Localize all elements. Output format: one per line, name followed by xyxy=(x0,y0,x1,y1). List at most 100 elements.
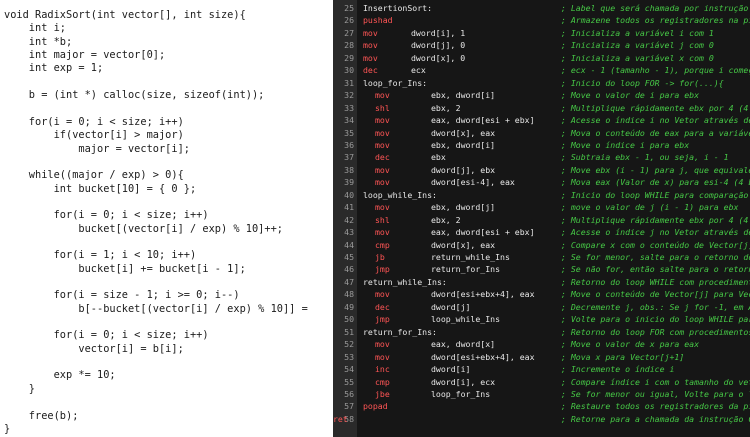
asm-code-line: mov dword[j], ebx ; Move ebx (i - 1) para … xyxy=(363,164,750,176)
asm-instruction: popad xyxy=(363,401,388,412)
asm-comment: ; Inicializa a variável j com 0 xyxy=(561,40,714,51)
asm-code-line: ret ; Retorne para a chamada da instrução… xyxy=(333,413,750,425)
c-code-line: free(b); xyxy=(4,409,79,422)
asm-instruction: cmp xyxy=(375,239,390,250)
asm-operands: dword[i], 1 xyxy=(411,27,466,38)
asm-code-line: return_while_Ins: ; Retorno do loop WHILE… xyxy=(363,276,750,288)
asm-instruction: mov xyxy=(375,90,390,101)
asm-instruction: inc xyxy=(375,364,390,375)
c-code-line: for(i = size - 1; i >= 0; i--) xyxy=(4,289,240,302)
asm-operands: dword[j] xyxy=(431,301,471,312)
asm-comment: ; move o valor de j (i - 1) para ebx xyxy=(561,202,739,213)
asm-comment: ; Label que será chamada por instrução C… xyxy=(561,3,749,13)
asm-instruction: jb xyxy=(375,252,385,262)
asm-operands: dword[x], eax xyxy=(431,239,496,250)
asm-comment: ; Multiplique rápidamente ebx por 4 (4 b… xyxy=(561,214,749,225)
asm-comment: ; Restaure todos os registradores da pil… xyxy=(561,401,750,412)
asm-code-line: jmp return_for_Ins ; Se não for, então sal… xyxy=(363,263,750,275)
asm-code-line: popad ; Restaure todos os registradores d… xyxy=(363,400,750,412)
asm-code-line: mov eax, dword[esi + ebx] ; Acesse o índic… xyxy=(363,226,750,238)
asm-instruction: mov xyxy=(363,40,378,51)
asm-instruction: dec xyxy=(363,65,378,76)
asm-comment: ; Mova o conteúdo de eax para a variável… xyxy=(561,127,750,138)
asm-code-line: dec ecx ; ecx - 1 (tamanho - 1), porque i … xyxy=(363,64,750,76)
line-number: 38 xyxy=(344,164,354,175)
asm-comment: ; Move o índice i para ebx xyxy=(561,139,690,150)
asm-operands: eax, dword[x] xyxy=(431,339,496,350)
asm-instruction: mov xyxy=(375,339,390,350)
asm-code-line: cmp dword[x], eax ; Compare x com o conteú… xyxy=(363,239,750,251)
asm-comment: ; Inicializa a variável x com 0 xyxy=(561,52,714,63)
c-code-line: for(i = 0; i < size; i++) xyxy=(4,115,184,128)
line-number: 35 xyxy=(344,127,354,138)
c-code-line: b = (int *) calloc(size, sizeof(int)); xyxy=(4,89,265,102)
c-code-line: } xyxy=(4,422,11,435)
asm-comment: ; Volte para o inicio do loop WHILE para… xyxy=(561,314,750,325)
asm-operands: ebx, 2 xyxy=(431,214,461,225)
c-code-line: major = vector[i]; xyxy=(4,142,190,155)
asm-code-line: mov eax, dword[esi + ebx] ; Acesse o índic… xyxy=(363,114,750,126)
line-number: 32 xyxy=(344,90,354,101)
c-code-line: bucket[(vector[i] / exp) % 10]++; xyxy=(4,222,283,235)
line-number: 47 xyxy=(344,276,354,287)
asm-comment: ; Incremente o índice i xyxy=(561,364,675,375)
line-number: 39 xyxy=(344,177,354,188)
c-code-line: if(vector[i] > major) xyxy=(4,129,184,142)
asm-comment: ; Se não for, então salte para o retorno… xyxy=(561,264,750,275)
asm-comment: ; Inicializa a variável i com 1 xyxy=(561,27,714,38)
asm-label: loop_while_Ins: xyxy=(363,189,437,200)
asm-code-line: mov ebx, dword[j] ; move o valor de j (i -… xyxy=(363,201,750,213)
asm-operands: loop_while_Ins xyxy=(431,314,501,325)
line-number: 57 xyxy=(344,401,354,412)
asm-instruction: mov xyxy=(363,52,378,63)
asm-operands: return_while_Ins xyxy=(431,252,510,262)
asm-operands: eax, dword[esi + ebx] xyxy=(431,115,535,126)
asm-operands: dword[j], ebx xyxy=(431,164,496,175)
c-code-line: exp *= 10; xyxy=(4,369,116,382)
line-number: 42 xyxy=(344,214,354,225)
c-code-line: while((major / exp) > 0){ xyxy=(4,169,184,182)
line-number: 37 xyxy=(344,152,354,163)
asm-code-line: mov eax, dword[x] ; Move o valor de x para… xyxy=(363,338,750,350)
line-number: 52 xyxy=(344,339,354,350)
asm-instruction: mov xyxy=(375,351,390,362)
asm-label: return_for_Ins: xyxy=(363,326,437,337)
line-number: 46 xyxy=(344,264,354,275)
line-number: 41 xyxy=(344,202,354,213)
line-number: 28 xyxy=(344,40,354,51)
c-code-line: int exp = 1; xyxy=(4,62,104,75)
line-number: 26 xyxy=(344,15,354,26)
c-code-line: for(i = 1; i < 10; i++) xyxy=(4,249,197,262)
line-number: 40 xyxy=(344,189,354,200)
asm-code-line: dec dword[j] ; Decremente j, obs.: Se j fo… xyxy=(363,301,750,313)
line-number: 31 xyxy=(344,77,354,88)
asm-comment: ; Move o conteúdo de Vector[j] para Vect… xyxy=(561,289,750,300)
asm-comment: ; Mova x para Vector[j+1] xyxy=(561,351,685,362)
asm-code-line: shl ebx, 2 ; Multiplique rápidamente ebx p… xyxy=(363,214,750,226)
asm-instruction: dec xyxy=(375,301,390,312)
asm-comment: ; Move o valor de i para ebx xyxy=(561,90,700,101)
c-code-line: } xyxy=(4,382,35,395)
asm-code-line: loop_while_Ins: ; Inicio do loop WHILE pa… xyxy=(363,189,750,201)
asm-code-line: cmp dword[i], ecx ; Compare índice i com o… xyxy=(363,376,750,388)
asm-comment: ; Compare x com o conteúdo de Vector[j] … xyxy=(561,239,750,250)
line-number: 48 xyxy=(344,289,354,300)
line-number: 34 xyxy=(344,115,354,126)
asm-instruction: shl xyxy=(375,214,390,225)
asm-instruction: cmp xyxy=(375,376,390,387)
asm-instruction: mov xyxy=(375,115,390,126)
asm-comment: ; Armazene todos os registradores na pil… xyxy=(561,15,750,26)
asm-code-line: dec ebx ; Subtraia ebx - 1, ou seja, i - 1 xyxy=(363,151,750,163)
asm-instruction: shl xyxy=(375,102,390,113)
asm-code-pane[interactable]: 25 26 27 28 29 30 31 32 33 34 35 36 37 38 39 40 41 42 43 44… xyxy=(333,0,750,437)
asm-code-line: mov dword[j], 0 ; Inicializa a variável j … xyxy=(363,39,750,51)
asm-comment: ; Acesse o índice i no Vetor através de … xyxy=(561,115,750,126)
asm-code-line: mov dword[esi+ebx+4], eax ; Move o conteúd… xyxy=(363,288,750,300)
c-code-pane[interactable]: void RadixSort(int vector[], int size){ … xyxy=(0,0,333,437)
c-code-line: void RadixSort(int vector[], int size){ xyxy=(4,9,246,21)
asm-operands: dword[i] xyxy=(431,364,471,375)
asm-comment: ; Subtraia ebx - 1, ou seja, i - 1 xyxy=(561,152,729,163)
asm-instruction: ret xyxy=(333,413,348,424)
asm-code-line: inc dword[i] ; Incremente o índice i xyxy=(363,363,750,375)
asm-operands: ecx xyxy=(411,65,426,76)
